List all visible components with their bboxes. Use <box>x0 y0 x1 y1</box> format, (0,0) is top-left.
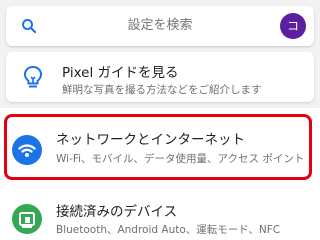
settings-item-subtitle: Bluetooth、Android Auto、運転モード、NFC <box>56 224 281 236</box>
suggestion-subtitle: 鮮明な写真を撮る方法などをご紹介します <box>62 84 262 96</box>
wifi-icon <box>12 135 42 165</box>
settings-item-connected-devices[interactable]: 接続済みのデバイス Bluetooth、Android Auto、運転モード、N… <box>0 190 320 240</box>
settings-item-subtitle: Wi-Fi、モバイル、データ使用量、アクセス ポイント <box>56 153 305 165</box>
account-avatar[interactable]: コ <box>280 13 306 39</box>
settings-screen: 設定を検索 コ Pixel ガイドを見る 鮮明な写真を撮る方法などをご紹介します <box>0 0 320 240</box>
search-placeholder: 設定を検索 <box>127 18 193 33</box>
settings-item-network-internet[interactable]: ネットワークとインターネット Wi-Fi、モバイル、データ使用量、アクセス ポイ… <box>0 116 320 176</box>
suggestion-card-pixel-guide[interactable]: Pixel ガイドを見る 鮮明な写真を撮る方法などをご紹介します <box>6 52 314 102</box>
settings-item-title: ネットワークとインターネット <box>56 132 245 148</box>
search-bar[interactable]: 設定を検索 コ <box>6 6 314 46</box>
suggestion-title: Pixel ガイドを見る <box>62 65 179 81</box>
lightbulb-icon <box>23 65 43 88</box>
connected-devices-icon <box>12 204 42 234</box>
settings-list: ネットワークとインターネット Wi-Fi、モバイル、データ使用量、アクセス ポイ… <box>0 108 320 240</box>
settings-item-title: 接続済みのデバイス <box>56 204 178 220</box>
